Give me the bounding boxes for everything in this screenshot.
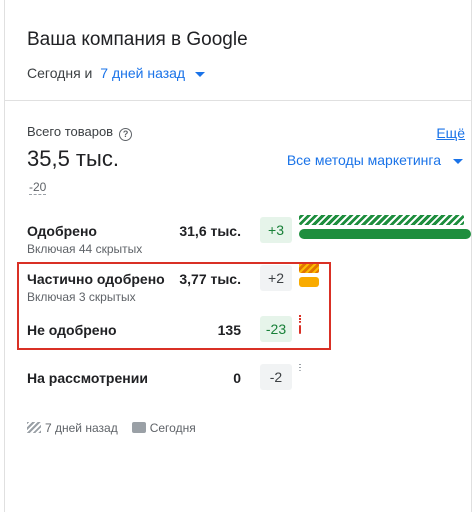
status-bars [299,362,471,394]
status-delta-chip: -2 [260,364,292,390]
status-sub: Включая 44 скрытых [27,242,143,256]
highlight-box [17,262,331,350]
total-products-value: 35,5 тыс. [27,146,119,171]
status-name: На рассмотрении [27,370,148,386]
more-link[interactable]: Ещё [436,125,465,141]
card-title: Ваша компания в Google [27,29,248,50]
status-bars [299,215,471,247]
today-bar [299,229,471,239]
date-range-dropdown[interactable]: 7 дней назад [100,65,206,81]
status-name: Одобрено [27,223,97,239]
past-bar [299,362,301,371]
status-row-approved[interactable]: Одобрено Включая 44 скрытых 31,6 тыс. +3 [27,215,471,267]
past-bar [299,215,465,225]
business-card: Ваша компания в Google Сегодня и 7 дней … [4,0,472,512]
status-value: 31,6 тыс. [179,223,241,239]
legend-today-label: Сегодня [149,421,196,435]
legend-past-label: 7 дней назад [45,421,118,435]
status-row-pending[interactable]: На рассмотрении 0 -2 [27,362,467,414]
chevron-down-icon [453,158,463,164]
date-prefix: Сегодня и [27,65,93,81]
date-range-row: Сегодня и 7 дней назад [27,65,206,81]
card-header: Ваша компания в Google Сегодня и 7 дней … [5,0,471,101]
total-products-label: Всего товаров? [27,124,133,141]
total-products-delta: -20 [29,180,47,195]
marketing-methods-label: Все методы маркетинга [286,152,441,168]
status-value: 0 [233,370,241,386]
total-products-text: Всего товаров [27,124,114,139]
legend-hatch-swatch [27,422,41,433]
help-icon[interactable]: ? [119,128,133,141]
status-delta-chip: +3 [260,217,292,243]
legend: 7 дней назад Сегодня [27,421,196,435]
date-range-label: 7 дней назад [100,65,186,81]
marketing-methods-dropdown[interactable]: Все методы маркетинга [287,152,463,168]
legend-solid-swatch [131,422,146,433]
chevron-down-icon [195,71,206,77]
